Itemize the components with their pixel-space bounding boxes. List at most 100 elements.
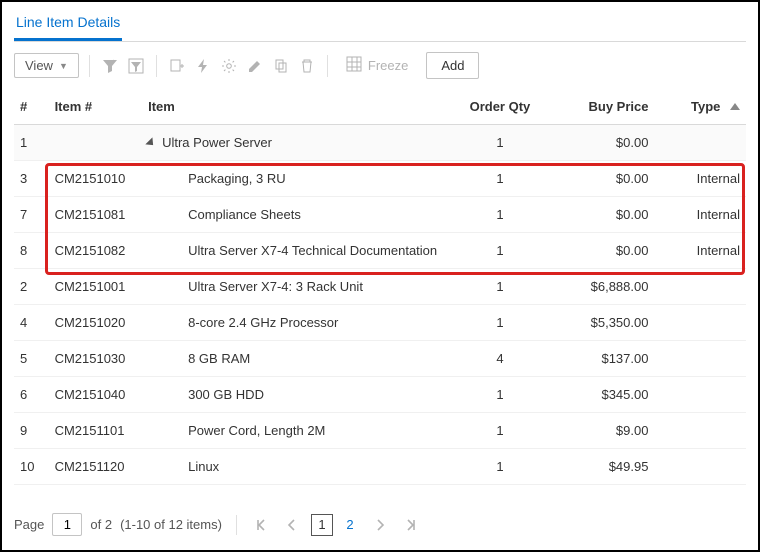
cell-item: Linux (142, 449, 457, 485)
filter-list-icon[interactable] (126, 56, 146, 76)
pager-of-label: of 2 (90, 517, 112, 532)
table-row[interactable]: 10CM2151120Linux1$49.95 (14, 449, 746, 485)
col-header-num[interactable]: # (14, 89, 49, 125)
cell-num: 5 (14, 341, 49, 377)
cell-num: 10 (14, 449, 49, 485)
cell-type (654, 305, 746, 341)
cell-qty: 1 (457, 449, 542, 485)
pencil-icon[interactable] (245, 56, 265, 76)
cell-num: 9 (14, 413, 49, 449)
tab-line-item-details[interactable]: Line Item Details (14, 10, 122, 41)
cell-qty: 1 (457, 233, 542, 269)
cell-item: Packaging, 3 RU (142, 161, 457, 197)
table-row[interactable]: 7CM2151081Compliance Sheets1$0.00Interna… (14, 197, 746, 233)
cell-num: 7 (14, 197, 49, 233)
cell-item: 8-core 2.4 GHz Processor (142, 305, 457, 341)
pager-last-icon[interactable] (399, 514, 421, 536)
cell-itemnum: CM2151010 (49, 161, 143, 197)
cell-num: 2 (14, 269, 49, 305)
cell-type: Internal (654, 161, 746, 197)
cell-item: Power Cord, Length 2M (142, 413, 457, 449)
chevron-down-icon: ▼ (59, 61, 68, 71)
table-row[interactable]: 9CM2151101Power Cord, Length 2M1$9.00 (14, 413, 746, 449)
cell-qty: 1 (457, 197, 542, 233)
add-row-icon[interactable] (167, 56, 187, 76)
cell-type: Internal (654, 197, 746, 233)
table-row[interactable]: 2CM2151001Ultra Server X7-4: 3 Rack Unit… (14, 269, 746, 305)
cell-type: Internal (654, 233, 746, 269)
cell-price: $137.00 (543, 341, 655, 377)
cell-item: Compliance Sheets (142, 197, 457, 233)
table-row[interactable]: 8CM2151082Ultra Server X7-4 Technical Do… (14, 233, 746, 269)
separator (156, 55, 157, 77)
cell-qty: 1 (457, 269, 542, 305)
separator (236, 515, 237, 535)
add-button[interactable]: Add (426, 52, 479, 79)
cell-itemnum: CM2151020 (49, 305, 143, 341)
pager-prev-icon[interactable] (281, 514, 303, 536)
freeze-label: Freeze (368, 58, 408, 73)
separator (89, 55, 90, 77)
cell-itemnum: CM2151101 (49, 413, 143, 449)
table-row[interactable]: 5CM21510308 GB RAM4$137.00 (14, 341, 746, 377)
cell-price: $345.00 (543, 377, 655, 413)
cell-qty: 1 (457, 377, 542, 413)
table-row[interactable]: 4CM21510208-core 2.4 GHz Processor1$5,35… (14, 305, 746, 341)
cell-num: 6 (14, 377, 49, 413)
pager-next-icon[interactable] (369, 514, 391, 536)
expand-icon[interactable] (145, 137, 156, 148)
col-header-buyprice[interactable]: Buy Price (543, 89, 655, 125)
cell-price: $5,350.00 (543, 305, 655, 341)
cell-item: Ultra Power Server (142, 125, 457, 161)
cell-item: 8 GB RAM (142, 341, 457, 377)
col-header-item[interactable]: Item (142, 89, 457, 125)
cell-type (654, 341, 746, 377)
pager-range: (1-10 of 12 items) (120, 517, 222, 532)
col-header-orderqty[interactable]: Order Qty (457, 89, 542, 125)
view-label: View (25, 58, 53, 73)
view-menu-button[interactable]: View ▼ (14, 53, 79, 78)
col-header-type-label: Type (691, 99, 720, 114)
separator (327, 55, 328, 77)
cell-itemnum: CM2151001 (49, 269, 143, 305)
cell-type (654, 125, 746, 161)
gear-icon[interactable] (219, 56, 239, 76)
pager-page-link[interactable]: 2 (339, 514, 361, 536)
table-row[interactable]: 1Ultra Power Server1$0.00 (14, 125, 746, 161)
trash-icon[interactable] (297, 56, 317, 76)
filter-icon[interactable] (100, 56, 120, 76)
bolt-icon[interactable] (193, 56, 213, 76)
toolbar: View ▼ (2, 42, 758, 89)
pager-page-label: Page (14, 517, 44, 532)
pager-page-link[interactable]: 1 (311, 514, 333, 536)
col-header-type[interactable]: Type (654, 89, 746, 125)
pager-first-icon[interactable] (251, 514, 273, 536)
table-row[interactable]: 6CM2151040300 GB HDD1$345.00 (14, 377, 746, 413)
cell-item: Ultra Server X7-4: 3 Rack Unit (142, 269, 457, 305)
cell-item: 300 GB HDD (142, 377, 457, 413)
cell-qty: 1 (457, 125, 542, 161)
cell-qty: 1 (457, 305, 542, 341)
cell-price: $0.00 (543, 161, 655, 197)
cell-itemnum: CM2151081 (49, 197, 143, 233)
freeze-grid-icon (346, 56, 362, 75)
table-row[interactable]: 3CM2151010Packaging, 3 RU1$0.00Internal (14, 161, 746, 197)
cell-qty: 1 (457, 161, 542, 197)
cell-qty: 4 (457, 341, 542, 377)
freeze-button[interactable]: Freeze (338, 52, 416, 79)
cell-itemnum: CM2151120 (49, 449, 143, 485)
cell-price: $6,888.00 (543, 269, 655, 305)
cell-num: 4 (14, 305, 49, 341)
col-header-itemnum[interactable]: Item # (49, 89, 143, 125)
cell-itemnum: CM2151030 (49, 341, 143, 377)
cell-type (654, 377, 746, 413)
pager: Page of 2 (1-10 of 12 items) 12 (2, 501, 758, 550)
sort-asc-icon (730, 103, 740, 110)
cell-price: $0.00 (543, 125, 655, 161)
copy-icon[interactable] (271, 56, 291, 76)
cell-num: 3 (14, 161, 49, 197)
pager-page-input[interactable] (52, 513, 82, 536)
cell-type (654, 269, 746, 305)
cell-price: $9.00 (543, 413, 655, 449)
cell-price: $0.00 (543, 197, 655, 233)
